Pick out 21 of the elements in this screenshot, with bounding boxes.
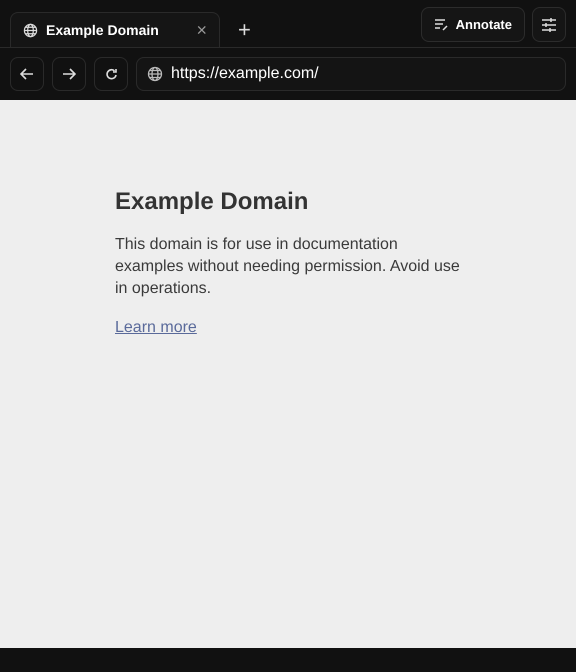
reload-button[interactable] <box>94 57 128 91</box>
globe-icon <box>23 22 38 38</box>
url-text: https://example.com/ <box>171 64 319 84</box>
back-icon <box>20 68 34 80</box>
pen-lines-icon <box>434 18 449 31</box>
address-field[interactable]: https://example.com/ <box>136 57 566 91</box>
reload-icon <box>104 68 118 80</box>
new-tab-button[interactable]: + <box>230 12 259 47</box>
page-heading: Example Domain <box>115 187 308 217</box>
learn-more-link[interactable]: Learn more <box>115 319 197 336</box>
annotate-button[interactable]: Annotate <box>420 7 525 42</box>
back-button[interactable] <box>10 57 44 91</box>
globe-icon <box>147 66 163 82</box>
close-tab-button[interactable]: × <box>196 21 207 39</box>
tab-title: Example Domain <box>46 20 160 40</box>
sliders-icon <box>541 18 557 32</box>
browser-tab[interactable]: Example Domain × <box>10 12 220 47</box>
page-paragraph: This domain is for use in documentation examples without needing permission. Avoid use in operations. <box>115 235 460 299</box>
forward-icon <box>62 68 76 80</box>
forward-button[interactable] <box>52 57 86 91</box>
settings-button[interactable] <box>532 7 566 42</box>
